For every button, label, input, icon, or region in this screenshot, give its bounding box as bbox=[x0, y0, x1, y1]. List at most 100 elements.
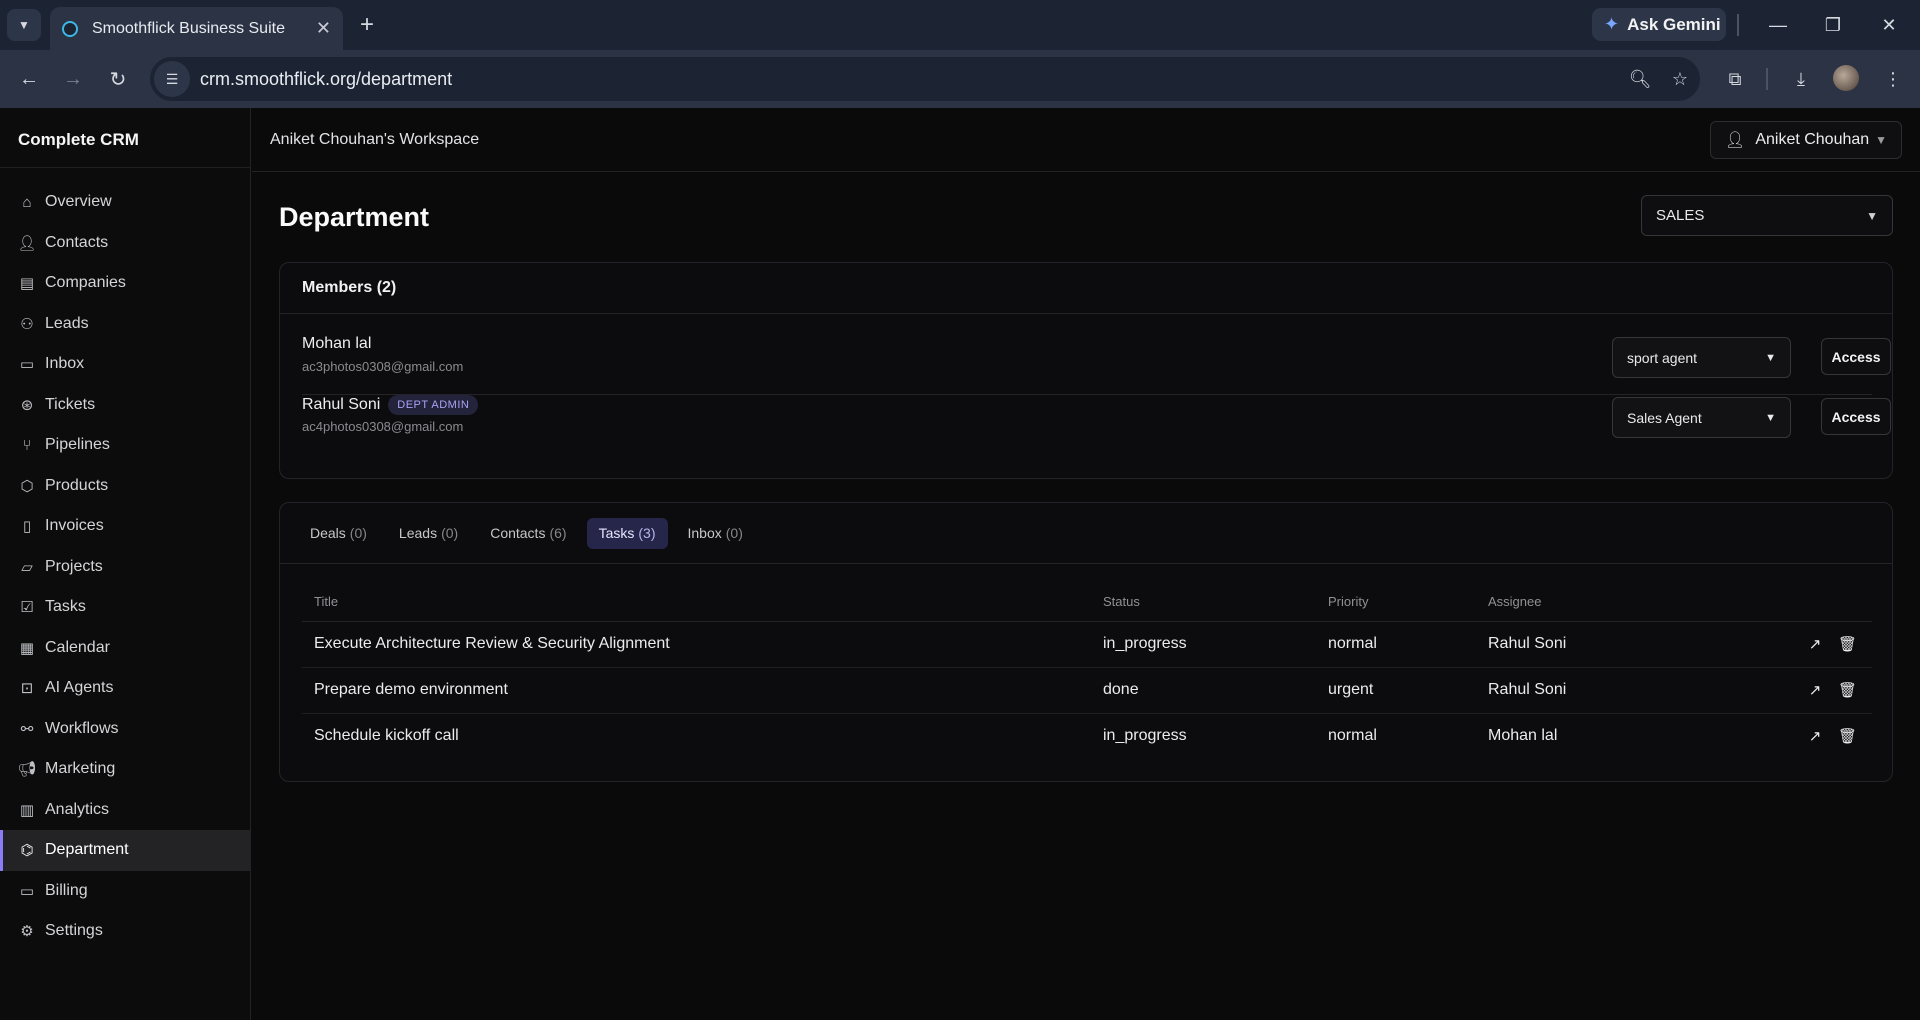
sidebar-item-label: Inbox bbox=[45, 355, 85, 373]
external-link-icon[interactable]: ↗ bbox=[1806, 727, 1824, 745]
column-header-assignee: Assignee bbox=[1476, 583, 1776, 622]
sidebar-item-tickets[interactable]: ⊛ Tickets bbox=[0, 385, 250, 426]
forward-arrow-icon[interactable]: → bbox=[58, 64, 88, 94]
address-bar[interactable]: ☰ crm.smoothflick.org/department 🔍︎ ☆ bbox=[150, 57, 1700, 101]
sidebar-item-label: Leads bbox=[45, 314, 89, 332]
member-row: Rahul Soni DEPT ADMIN ac4photos0308@gmai… bbox=[302, 385, 1891, 443]
sidebar-item-companies[interactable]: ▤ Companies bbox=[0, 263, 250, 304]
user-menu-button[interactable]: 👤︎ Aniket Chouhan ▼ bbox=[1710, 120, 1902, 159]
external-link-icon[interactable]: ↗ bbox=[1806, 635, 1824, 653]
new-tab-button[interactable]: + bbox=[352, 10, 382, 40]
tab-count: (0) bbox=[441, 525, 459, 541]
sidebar-item-settings[interactable]: ⚙ Settings bbox=[0, 911, 250, 952]
sidebar-item-analytics[interactable]: ▥ Analytics bbox=[0, 790, 250, 831]
browser-tabbar: ▼ Smoothflick Business Suite ✕ + ✦ Ask G… bbox=[0, 0, 1920, 50]
members-heading: Members (2) bbox=[280, 263, 1892, 314]
sidebar-item-projects[interactable]: ▱ Projects bbox=[0, 547, 250, 588]
ask-gemini-button[interactable]: ✦ Ask Gemini bbox=[1592, 8, 1726, 41]
sidebar-item-label: Billing bbox=[45, 881, 88, 899]
sidebar-item-tasks[interactable]: ☑ Tasks bbox=[0, 587, 250, 628]
sidebar-item-billing[interactable]: ▭ Billing bbox=[0, 871, 250, 912]
zoom-icon[interactable]: 🔍︎ bbox=[1620, 69, 1660, 90]
external-link-icon[interactable]: ↗ bbox=[1806, 681, 1824, 699]
task-title: Prepare demo environment bbox=[302, 667, 1091, 714]
minimize-icon[interactable]: — bbox=[1765, 12, 1791, 38]
bar-chart-icon: ▥ bbox=[19, 801, 35, 819]
browser-tab-active[interactable]: Smoothflick Business Suite ✕ bbox=[50, 7, 343, 50]
records-card: Deals (0) Leads (0) Contacts (6) Tasks (3) I… bbox=[279, 502, 1893, 782]
task-title: Execute Architecture Review & Security A… bbox=[302, 621, 1091, 668]
sidebar-item-marketing[interactable]: 📢︎ Marketing bbox=[0, 749, 250, 790]
toolbar-divider bbox=[1766, 68, 1768, 90]
sidebar-item-pipelines[interactable]: ⑂ Pipelines bbox=[0, 425, 250, 466]
member-row: Mohan lal ac3photos0308@gmail.com sport … bbox=[302, 325, 1891, 383]
sidebar-item-leads[interactable]: ⚇ Leads bbox=[0, 304, 250, 345]
close-icon[interactable]: ✕ bbox=[316, 18, 331, 39]
sidebar-item-contacts[interactable]: 👤︎ Contacts bbox=[0, 223, 250, 264]
member-email: ac4photos0308@gmail.com bbox=[302, 419, 464, 434]
tab-deals[interactable]: Deals (0) bbox=[298, 518, 379, 549]
lifebuoy-icon: ⊛ bbox=[20, 396, 34, 414]
sidebar-item-ai-agents[interactable]: ⊡ AI Agents bbox=[0, 668, 250, 709]
reload-icon[interactable]: ↻ bbox=[103, 64, 133, 94]
chevron-down-icon: ▼ bbox=[1866, 208, 1878, 223]
users-icon: 👤︎ bbox=[17, 234, 37, 252]
url-text[interactable]: crm.smoothflick.org/department bbox=[200, 69, 1620, 90]
member-name-text: Rahul Soni bbox=[302, 396, 381, 413]
back-arrow-icon[interactable]: ← bbox=[14, 64, 44, 94]
dept-admin-badge: DEPT ADMIN bbox=[388, 395, 479, 415]
tab-count: (3) bbox=[638, 525, 656, 541]
browser-tab-title: Smoothflick Business Suite bbox=[92, 19, 285, 37]
trash-icon[interactable]: 🗑︎ bbox=[1838, 727, 1857, 745]
download-icon[interactable]: ⤓ bbox=[1786, 64, 1816, 94]
browser-toolbar: ← → ↻ ☰ crm.smoothflick.org/department 🔍… bbox=[0, 50, 1920, 108]
sidebar-item-label: Projects bbox=[45, 557, 103, 575]
column-header-priority: Priority bbox=[1316, 583, 1476, 622]
sidebar-item-department[interactable]: ⌬ Department bbox=[0, 830, 250, 871]
sparkle-icon: ✦ bbox=[1604, 14, 1620, 34]
task-priority: normal bbox=[1316, 621, 1476, 668]
tab-inbox[interactable]: Inbox (0) bbox=[676, 518, 755, 549]
column-header-title: Title bbox=[302, 583, 1091, 622]
sidebar-item-label: Invoices bbox=[45, 517, 104, 535]
sidebar-item-overview[interactable]: ⌂ Overview bbox=[0, 182, 250, 223]
site-info-icon[interactable]: ☰ bbox=[154, 61, 190, 97]
sidebar-item-label: Calendar bbox=[45, 638, 110, 656]
sidebar-item-calendar[interactable]: ▦ Calendar bbox=[0, 628, 250, 669]
user-icon: 👤︎ bbox=[1725, 131, 1746, 149]
bookmark-star-icon[interactable]: ☆ bbox=[1660, 69, 1700, 90]
sidebar-nav: ⌂ Overview 👤︎ Contacts ▤ Companies ⚇ Leads ▭… bbox=[0, 168, 250, 952]
document-icon: ▯ bbox=[22, 518, 32, 536]
sidebar-item-label: Tickets bbox=[45, 395, 96, 413]
sidebar-item-inbox[interactable]: ▭ Inbox bbox=[0, 344, 250, 385]
role-select-value: Sales Agent bbox=[1627, 409, 1702, 426]
trash-icon[interactable]: 🗑︎ bbox=[1838, 681, 1857, 699]
home-icon: ⌂ bbox=[22, 193, 32, 211]
access-button[interactable]: Access bbox=[1821, 398, 1891, 435]
sidebar-item-invoices[interactable]: ▯ Invoices bbox=[0, 506, 250, 547]
tab-list-button[interactable]: ▼ bbox=[7, 9, 41, 41]
sidebar-item-label: Marketing bbox=[45, 760, 116, 778]
window-close-icon[interactable]: ✕ bbox=[1876, 12, 1902, 38]
sidebar-item-label: Contacts bbox=[45, 233, 109, 251]
brand-title: Complete CRM bbox=[0, 108, 250, 168]
profile-avatar[interactable] bbox=[1833, 65, 1859, 91]
tab-leads[interactable]: Leads (0) bbox=[387, 518, 470, 549]
access-button[interactable]: Access bbox=[1821, 338, 1891, 375]
sidebar-item-products[interactable]: ⬡ Products bbox=[0, 466, 250, 507]
sidebar-item-workflows[interactable]: ⚯ Workflows bbox=[0, 709, 250, 750]
tab-tasks[interactable]: Tasks (3) bbox=[586, 517, 668, 549]
tab-contacts[interactable]: Contacts (6) bbox=[478, 518, 578, 549]
member-name: Mohan lal bbox=[302, 335, 371, 353]
sidebar-item-label: Tasks bbox=[45, 598, 86, 616]
member-role-select[interactable]: Sales Agent ▼ bbox=[1612, 397, 1791, 438]
more-vertical-icon[interactable]: ⋮ bbox=[1878, 64, 1908, 94]
task-assignee: Rahul Soni bbox=[1476, 621, 1776, 668]
department-select[interactable]: SALES ▼ bbox=[1641, 195, 1893, 236]
member-role-select[interactable]: sport agent ▼ bbox=[1612, 337, 1791, 378]
restore-icon[interactable]: ❐ bbox=[1820, 12, 1846, 38]
tab-count: (0) bbox=[725, 525, 743, 541]
extensions-icon[interactable]: ⧉ bbox=[1720, 64, 1750, 94]
trash-icon[interactable]: 🗑︎ bbox=[1838, 635, 1857, 653]
tab-count: (0) bbox=[349, 525, 367, 541]
